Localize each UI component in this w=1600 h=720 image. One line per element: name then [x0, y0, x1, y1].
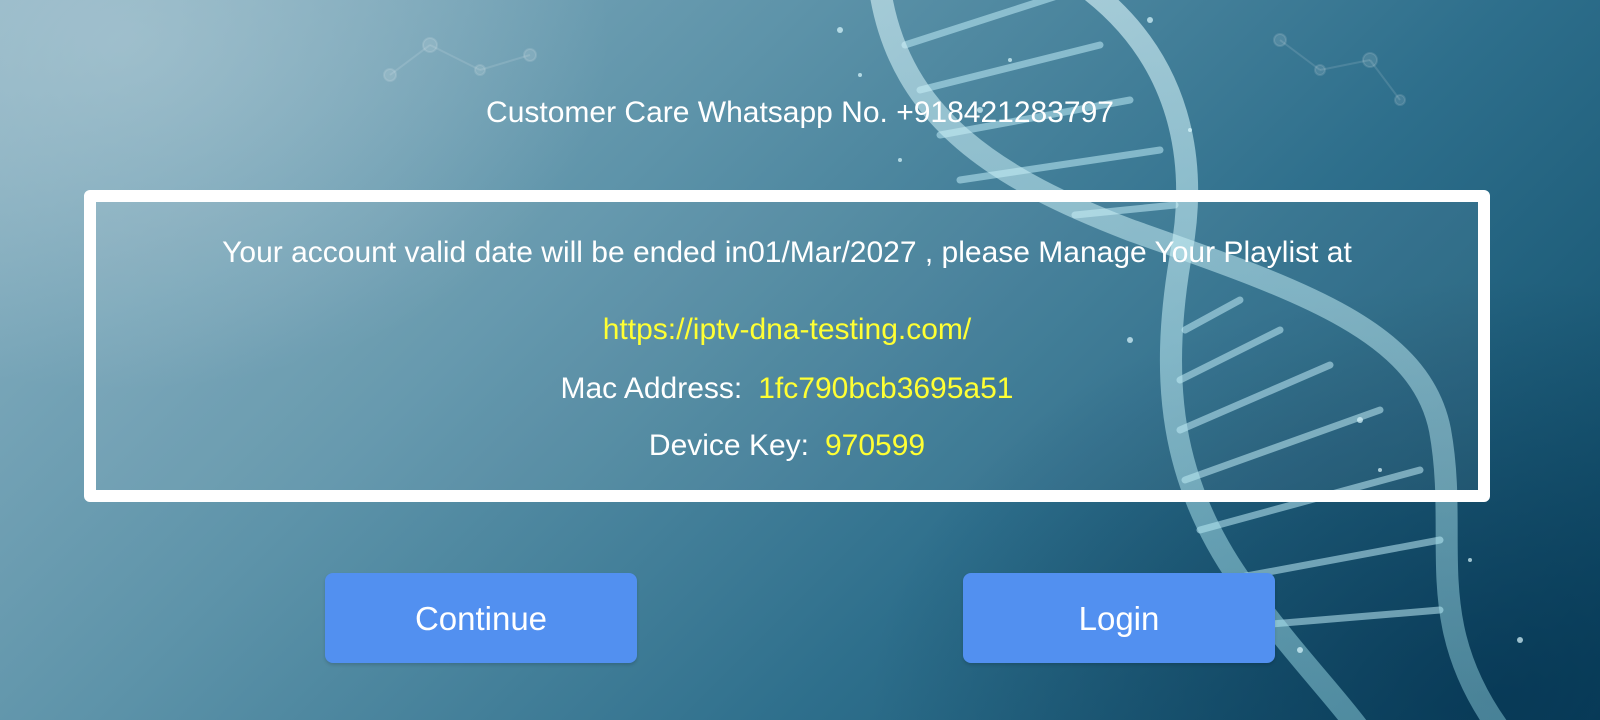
mac-address-row: Mac Address: 1fc790bcb3695a51 [96, 372, 1478, 406]
playlist-portal-link[interactable]: https://iptv-dna-testing.com/ [96, 313, 1478, 347]
device-key-row: Device Key: 970599 [96, 429, 1478, 463]
account-info-panel: Your account valid date will be ended in… [84, 190, 1490, 502]
login-button[interactable]: Login [963, 573, 1275, 663]
mac-address-value: 1fc790bcb3695a51 [758, 372, 1014, 405]
customer-care-number: Customer Care Whatsapp No. +918421283797 [486, 96, 1114, 129]
continue-button[interactable]: Continue [325, 573, 637, 663]
account-validity-message: Your account valid date will be ended in… [222, 236, 1352, 269]
mac-address-label: Mac Address: [560, 372, 743, 405]
device-key-value: 970599 [824, 429, 926, 462]
device-key-label: Device Key: [648, 429, 809, 462]
